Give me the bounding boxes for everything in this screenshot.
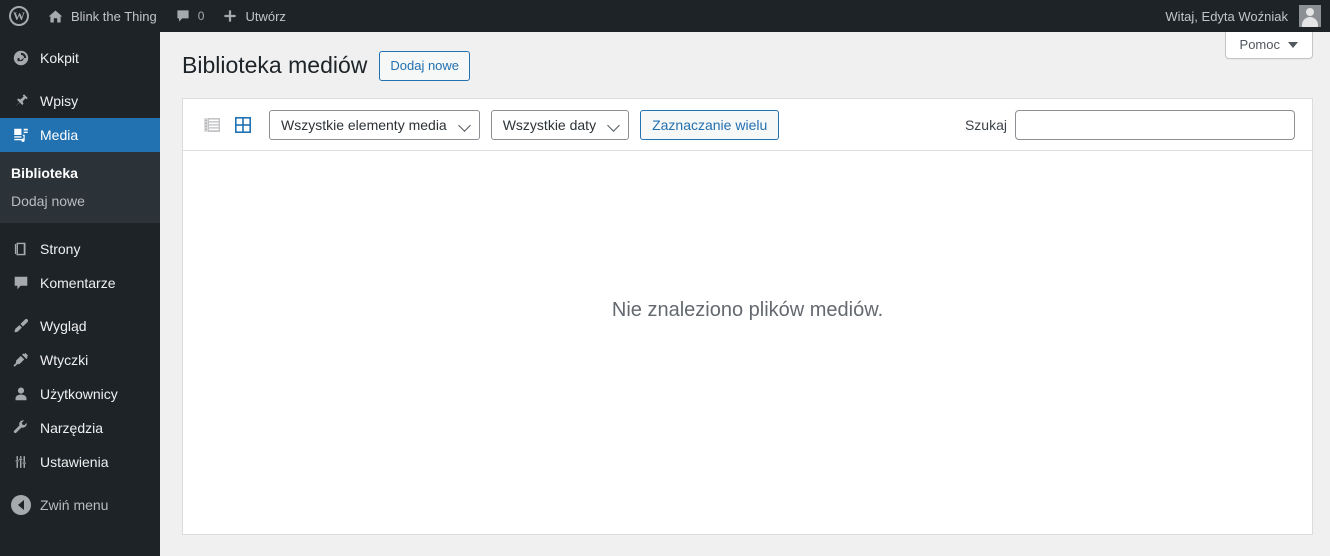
add-new-media-button[interactable]: Dodaj nowe [379, 51, 471, 81]
media-toolbar: Wszystkie elementy media Wszystkie daty … [183, 99, 1312, 151]
media-grid-area: Nie znaleziono plików mediów. [183, 151, 1312, 535]
sidebar-item-label: Kokpit [40, 50, 79, 66]
sidebar-item-ustawienia[interactable]: Ustawienia [0, 445, 160, 479]
help-tab-container: Pomoc [1224, 32, 1313, 59]
sidebar-item-uzytkownicy[interactable]: Użytkownicy [0, 377, 160, 411]
sidebar-item-narzedzia[interactable]: Narzędzia [0, 411, 160, 445]
date-filter-select[interactable]: Wszystkie daty [490, 109, 630, 140]
home-icon [47, 7, 64, 24]
collapse-menu-label: Zwiń menu [40, 497, 109, 513]
bulk-select-label: Zaznaczanie wielu [652, 116, 768, 133]
comment-bubble-icon [175, 8, 191, 25]
date-filter-value: Wszystkie daty [502, 116, 597, 133]
collapse-arrow-icon [11, 495, 31, 515]
greeting-label: Witaj, Edyta Woźniak [1165, 8, 1288, 24]
sidebar-item-wpisy[interactable]: Wpisy [0, 84, 160, 118]
sidebar-submenu-media: Biblioteka Dodaj nowe [0, 152, 160, 223]
admin-bar: W Blink the Thing 0 Utwórz Witaj, Edyta … [0, 0, 1330, 32]
wrench-icon [11, 419, 31, 437]
sidebar-item-label: Wtyczki [40, 352, 89, 368]
brush-icon [11, 317, 31, 335]
sidebar-subitem-biblioteka[interactable]: Biblioteka [0, 159, 160, 187]
chevron-down-icon [607, 118, 620, 132]
page-icon [11, 240, 31, 258]
sidebar-item-label: Ustawienia [40, 454, 109, 470]
plus-icon [222, 8, 238, 25]
sidebar-item-label: Wpisy [40, 93, 79, 109]
avatar-icon [1299, 5, 1321, 27]
adminbar-wp-logo[interactable]: W [0, 0, 38, 32]
admin-sidebar-menu: Kokpit Wpisy Media Biblioteka Dodaj nowe… [0, 32, 160, 556]
sidebar-item-label: Narzędzia [40, 420, 104, 436]
media-search: Szukaj [965, 110, 1295, 140]
pin-icon [11, 92, 31, 110]
adminbar-my-account[interactable]: Witaj, Edyta Woźniak [1156, 0, 1330, 32]
site-name-label: Blink the Thing [71, 8, 157, 24]
new-content-label: Utwórz [245, 8, 286, 24]
comment-icon [11, 274, 31, 292]
sidebar-item-wyglad[interactable]: Wygląd [0, 309, 160, 343]
list-view-icon[interactable] [200, 113, 224, 137]
adminbar-new-content[interactable]: Utwórz [213, 0, 294, 32]
search-input[interactable] [1015, 110, 1295, 140]
sidebar-item-media[interactable]: Media [0, 118, 160, 152]
bulk-select-button[interactable]: Zaznaczanie wielu [640, 109, 780, 140]
user-icon [11, 385, 31, 403]
wordpress-logo-icon: W [9, 6, 29, 26]
adminbar-site-name[interactable]: Blink the Thing [38, 0, 166, 32]
sidebar-item-label: Strony [40, 241, 81, 257]
help-tab-label: Pomoc [1239, 37, 1280, 52]
sidebar-item-label: Wygląd [40, 318, 87, 334]
help-tab-button[interactable]: Pomoc [1224, 32, 1313, 59]
sidebar-item-strony[interactable]: Strony [0, 232, 160, 266]
adminbar-comments[interactable]: 0 [166, 0, 214, 32]
sidebar-subitem-dodaj-nowe[interactable]: Dodaj nowe [0, 187, 160, 215]
sidebar-collapse-menu-button[interactable]: Zwiń menu [0, 488, 160, 522]
search-label: Szukaj [964, 117, 1007, 133]
view-switcher [200, 113, 255, 137]
media-type-filter-value: Wszystkie elementy media [281, 116, 447, 133]
sidebar-item-kokpit[interactable]: Kokpit [0, 41, 160, 75]
page-title: Biblioteka mediów [182, 52, 368, 78]
sidebar-item-label: Użytkownicy [40, 386, 118, 402]
no-media-message: Nie znaleziono plików mediów. [611, 299, 884, 321]
comments-count: 0 [197, 9, 205, 23]
settings-icon [11, 453, 31, 471]
media-type-filter-select[interactable]: Wszystkie elementy media [269, 109, 480, 140]
page-header: Biblioteka mediów Dodaj nowe [182, 51, 471, 81]
main-content: Pomoc Biblioteka mediów Dodaj nowe Wszys… [160, 32, 1330, 556]
chevron-down-icon [1288, 41, 1298, 48]
dashboard-icon [11, 49, 31, 67]
media-icon [11, 126, 31, 144]
sidebar-item-wtyczki[interactable]: Wtyczki [0, 343, 160, 377]
grid-view-icon[interactable] [231, 113, 255, 137]
chevron-down-icon [457, 118, 471, 132]
plug-icon [11, 351, 31, 369]
media-library-frame: Wszystkie elementy media Wszystkie daty … [182, 98, 1313, 535]
sidebar-item-komentarze[interactable]: Komentarze [0, 266, 160, 300]
sidebar-item-label: Komentarze [40, 275, 116, 291]
sidebar-item-label: Media [40, 127, 79, 143]
